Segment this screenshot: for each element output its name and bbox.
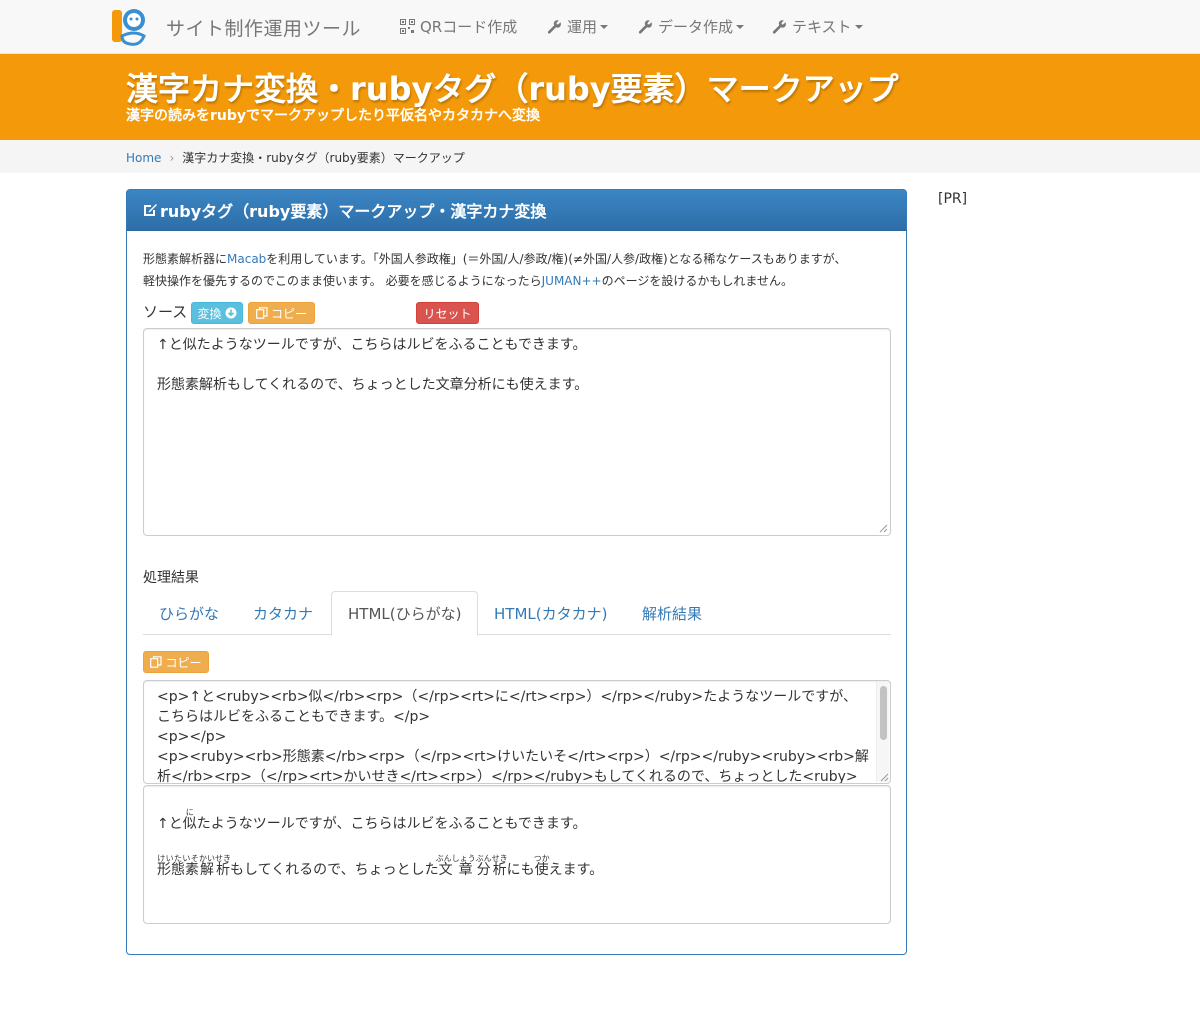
scrollbar-thumb[interactable] (880, 686, 887, 740)
ruby-base: 解析 (199, 862, 231, 878)
convert-button-label: 変換 (197, 306, 222, 321)
source-text: ↑と似たようなツールですが、こちらはルビをふることもできます。 形態素解析もして… (157, 337, 589, 393)
intro-text-part: 軽快操作を優先するのでこのまま使います。 必要を感じるようになったら (143, 274, 542, 288)
caret-down-icon (736, 24, 745, 29)
nav-text-label: テキスト (792, 18, 852, 36)
copy-result-button[interactable]: コピー (143, 651, 209, 673)
source-toolbar: ソース 変換 コピー リセット (143, 301, 893, 324)
breadcrumb: Home › 漢字カナ変換・rubyタグ（ruby要素）マークアップ (126, 149, 465, 166)
breadcrumb-separator-icon: › (169, 150, 175, 165)
juman-link[interactable]: JUMAN++ (542, 274, 602, 288)
preview-text: ↑と (157, 816, 183, 832)
breadcrumb-bar: Home › 漢字カナ変換・rubyタグ（ruby要素）マークアップ (0, 140, 1200, 173)
tab-html-hiragana[interactable]: HTML(ひらがな) (331, 591, 479, 636)
ruby-word: 形態素けいたいそ (157, 854, 199, 878)
preview-text: にも (506, 862, 535, 878)
hero-banner: 漢字カナ変換・rubyタグ（ruby要素）マークアップ 漢字の読みをrubyでマ… (0, 54, 1200, 140)
nav-qr-label: QRコード作成 (420, 18, 518, 36)
nav-qr-code[interactable]: QRコード作成 (400, 16, 517, 37)
result-tabs: ひらがな カタカナ HTML(ひらがな) HTML(カタカナ) 解析結果 (143, 591, 891, 636)
wrench-icon (638, 20, 652, 34)
intro-text: 形態素解析器にMacabを利用しています。「外国人参政権」(＝外国/人/参政/権… (143, 248, 893, 292)
nav-ops-label: 運用 (567, 18, 598, 36)
brand-title: サイト制作運用ツール (166, 17, 362, 40)
caret-down-icon (854, 24, 863, 29)
copy-button-label: コピー (270, 306, 307, 321)
ruby-base: 似 (182, 816, 197, 832)
ruby-reading: つか (533, 854, 550, 863)
nav-text-dropdown[interactable]: テキスト (772, 16, 863, 37)
panel-heading: rubyタグ（ruby要素）マークアップ・漢字カナ変換 (127, 190, 906, 231)
arrow-down-circle-icon (225, 307, 236, 319)
intro-text-part: のページを設けるかもしれません。 (601, 274, 794, 288)
intro-text-part: を利用しています。「外国人参政権」(＝外国/人/参政/権)(≠外国/人参/政権)… (266, 252, 847, 266)
html-output-textarea[interactable]: <p>↑と<ruby><rb>似</rb><rp>（</rp><rt>に</rt… (143, 680, 891, 784)
page-title: 漢字カナ変換・rubyタグ（ruby要素）マークアップ (126, 70, 899, 108)
tab-katakana[interactable]: カタカナ (237, 591, 329, 635)
nav-data-label: データ作成 (658, 18, 734, 36)
ruby-preview: ↑と似にたようなツールですが、こちらはルビをふることもできます。 形態素けいたい… (143, 785, 891, 924)
resize-grip-icon[interactable] (880, 773, 889, 782)
preview-text: もしてくれるので、ちょっとした (230, 862, 439, 878)
pr-label: [PR] (938, 191, 968, 207)
main-panel: rubyタグ（ruby要素）マークアップ・漢字カナ変換 形態素解析器にMacab… (126, 189, 907, 955)
ruby-word: 使つか (533, 854, 550, 878)
ruby-base: 使 (533, 862, 550, 878)
tab-html-katakana[interactable]: HTML(カタカナ) (478, 591, 623, 635)
copy-icon (256, 307, 268, 319)
ruby-word: 似に (182, 808, 197, 832)
ruby-reading: かいせき (199, 854, 231, 863)
preview-line-2: 形態素けいたいそ解析かいせきもしてくれるので、ちょっとした文章ぶんしょう分析ぶん… (157, 854, 603, 879)
qr-code-icon (400, 19, 415, 34)
intro-text-part: 形態素解析器に (143, 252, 228, 266)
preview-text: たようなツールですが、こちらはルビをふることもできます。 (196, 816, 587, 832)
brand[interactable]: サイト制作運用ツール (110, 6, 361, 48)
convert-button[interactable]: 変換 (191, 302, 243, 324)
ruby-base: 分析 (475, 862, 508, 878)
ruby-word: 分析ぶんせき (475, 854, 508, 878)
ruby-base: 文章 (435, 862, 476, 878)
copy-button-label: コピー (165, 655, 202, 670)
tab-hiragana[interactable]: ひらがな (143, 591, 235, 635)
nav-ops-dropdown[interactable]: 運用 (547, 16, 609, 37)
source-textarea[interactable]: ↑と似たようなツールですが、こちらはルビをふることもできます。 形態素解析もして… (143, 328, 891, 536)
ruby-reading: ぶんせき (475, 854, 508, 863)
result-label: 処理結果 (143, 570, 199, 586)
ruby-reading: に (182, 808, 197, 817)
resize-grip-icon[interactable] (879, 524, 888, 533)
ruby-word: 文章ぶんしょう (435, 854, 476, 878)
breadcrumb-current: 漢字カナ変換・rubyタグ（ruby要素）マークアップ (182, 151, 465, 165)
scrollbar[interactable] (876, 682, 889, 782)
caret-down-icon (600, 24, 609, 29)
preview-text: えます。 (548, 862, 604, 878)
breadcrumb-home-link[interactable]: Home (126, 151, 161, 165)
panel-title: rubyタグ（ruby要素）マークアップ・漢字カナ変換 (160, 202, 547, 221)
html-output-text: <p>↑と<ruby><rb>似</rb><rp>（</rp><rt>に</rt… (157, 689, 869, 784)
ruby-word: 解析かいせき (199, 854, 231, 878)
wrench-icon (772, 20, 786, 34)
macab-link[interactable]: Macab (227, 252, 266, 266)
top-navbar: サイト制作運用ツール QRコード作成 運用 データ作成 テキスト (0, 0, 1200, 54)
copy-icon (150, 656, 163, 668)
ruby-base: 形態素 (157, 862, 199, 878)
tab-analysis[interactable]: 解析結果 (626, 591, 718, 635)
preview-line-1: ↑と似にたようなツールですが、こちらはルビをふることもできます。 (157, 808, 587, 833)
source-label: ソース (143, 303, 188, 321)
copy-source-button[interactable]: コピー (248, 302, 315, 324)
edit-icon (144, 204, 157, 216)
site-logo-icon (112, 9, 146, 46)
ruby-reading: けいたいそ (157, 854, 199, 863)
reset-button[interactable]: リセット (416, 302, 479, 324)
page-subtitle: 漢字の読みをrubyでマークアップしたり平仮名やカタカナへ変換 (126, 108, 541, 124)
nav-data-dropdown[interactable]: データ作成 (638, 16, 745, 37)
wrench-icon (547, 20, 561, 34)
ruby-reading: ぶんしょう (435, 854, 476, 863)
